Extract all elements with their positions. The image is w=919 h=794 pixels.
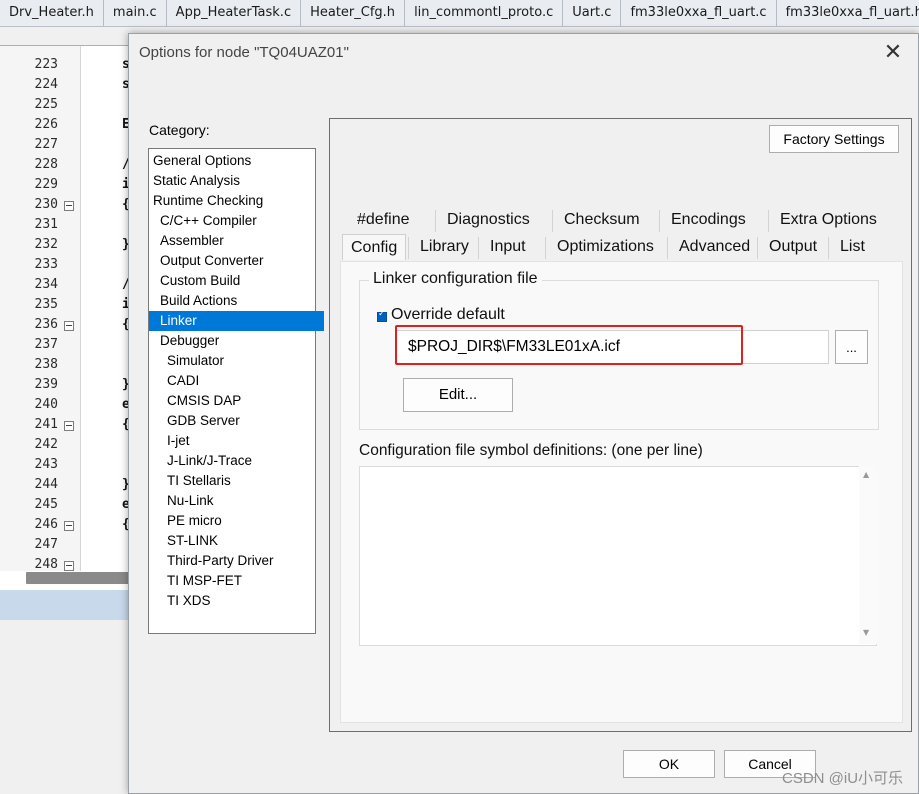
dialog-title: Options for node "TQ04UAZ01"	[139, 44, 349, 61]
category-item[interactable]: TI XDS	[149, 591, 331, 611]
category-item[interactable]: CADI	[149, 371, 331, 391]
file-tab[interactable]: main.c	[103, 0, 167, 26]
tab-separator	[828, 237, 829, 259]
tab-config[interactable]: Config	[342, 234, 407, 260]
category-list[interactable]: General Options Static Analysis Runtime Ch…	[148, 148, 324, 634]
category-item[interactable]: Static Analysis	[149, 171, 317, 191]
file-tab[interactable]: Heater_Cfg.h	[301, 0, 406, 26]
tab-separator	[408, 237, 409, 259]
options-panel: Factory Settings Linker configuration fi…	[329, 118, 912, 732]
tab-diagnostics[interactable]: Diagnostics	[447, 207, 530, 233]
category-item[interactable]: Simulator	[149, 351, 331, 371]
override-default-label[interactable]: Override default	[391, 306, 505, 324]
category-item[interactable]: General Options	[149, 151, 317, 171]
close-icon[interactable]: ✕	[879, 40, 907, 66]
category-item[interactable]: GDB Server	[149, 411, 331, 431]
tab-separator	[659, 210, 660, 232]
tab-encodings[interactable]: Encodings	[671, 207, 746, 233]
linker-config-file-input[interactable]: $PROJ_DIR$\FM33LE01xA.icf	[395, 330, 829, 364]
category-item[interactable]: Build Actions	[149, 291, 324, 311]
file-tab[interactable]: App_HeaterTask.c	[166, 0, 302, 26]
file-tab[interactable]: fm33le0xxa_fl_uart.c	[621, 0, 777, 26]
category-item[interactable]: Linker	[149, 311, 324, 331]
symbol-definitions-textarea[interactable]	[359, 466, 877, 646]
tab-input[interactable]: Input	[490, 234, 526, 260]
tab-separator	[667, 237, 668, 259]
tab-separator	[545, 237, 546, 259]
category-item[interactable]: TI MSP-FET	[149, 571, 331, 591]
tab-output[interactable]: Output	[769, 234, 817, 260]
category-item[interactable]: PE micro	[149, 511, 331, 531]
tab-checksum[interactable]: Checksum	[564, 207, 640, 233]
ok-button[interactable]: OK	[623, 750, 715, 778]
category-item[interactable]: Third-Party Driver	[149, 551, 331, 571]
category-item[interactable]: C/C++ Compiler	[149, 211, 324, 231]
tab-separator	[435, 210, 436, 232]
category-label: Category:	[149, 122, 210, 138]
category-item[interactable]: Assembler	[149, 231, 324, 251]
tab-advanced[interactable]: Advanced	[679, 234, 750, 260]
symbol-definitions-label: Configuration file symbol definitions: (…	[359, 442, 703, 459]
category-item[interactable]: Runtime Checking	[149, 191, 317, 211]
tab-list[interactable]: List	[840, 234, 865, 260]
file-tab[interactable]: Drv_Heater.h	[0, 0, 104, 26]
category-item[interactable]: Custom Build	[149, 271, 324, 291]
linker-config-group-label: Linker configuration file	[369, 270, 542, 288]
tab-library[interactable]: Library	[420, 234, 469, 260]
tab-define[interactable]: #define	[357, 207, 410, 233]
file-tab-bar: Drv_Heater.h main.c App_HeaterTask.c Heater…	[0, 0, 919, 27]
category-item[interactable]: CMSIS DAP	[149, 391, 331, 411]
tab-separator	[768, 210, 769, 232]
override-default-checkbox[interactable]	[377, 309, 387, 322]
watermark: CSDN @iU小可乐	[782, 770, 904, 787]
category-item[interactable]: Nu-Link	[149, 491, 331, 511]
browse-button[interactable]: ...	[835, 330, 868, 364]
file-tab[interactable]: fm33le0xxa_fl_uart.h	[776, 0, 919, 26]
category-item[interactable]: J-Link/J-Trace	[149, 451, 331, 471]
tab-separator	[552, 210, 553, 232]
file-tab[interactable]: lin_commontl_proto.c	[405, 0, 564, 26]
config-tab-page: Linker configuration file Override defau…	[340, 261, 903, 723]
tab-separator	[757, 237, 758, 259]
category-item[interactable]: Debugger	[149, 331, 324, 351]
category-item[interactable]: TI Stellaris	[149, 471, 331, 491]
category-item[interactable]: Output Converter	[149, 251, 324, 271]
options-dialog: Options for node "TQ04UAZ01" ✕ Category:…	[128, 33, 919, 794]
edit-button[interactable]: Edit...	[403, 378, 513, 412]
category-item[interactable]: I-jet	[149, 431, 331, 451]
tab-extra-options[interactable]: Extra Options	[780, 207, 877, 233]
tab-separator	[478, 237, 479, 259]
tab-optimizations[interactable]: Optimizations	[557, 234, 654, 260]
file-tab[interactable]: Uart.c	[563, 0, 622, 26]
category-item[interactable]: ST-LINK	[149, 531, 331, 551]
factory-settings-button[interactable]: Factory Settings	[769, 125, 899, 153]
